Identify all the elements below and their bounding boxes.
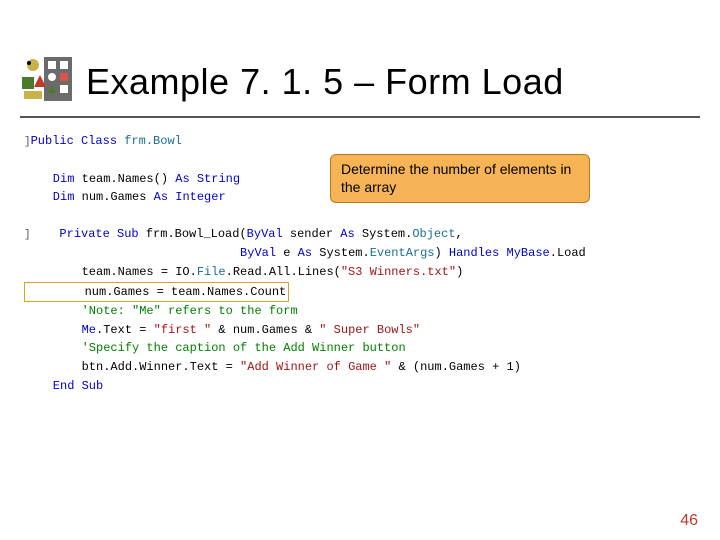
page-number: 46 <box>680 512 698 530</box>
code-line: Me.Text = "first " & num.Games & " Super… <box>24 321 700 340</box>
code-line-highlight: num.Games = team.Names.Count <box>24 282 700 303</box>
code-line: 'Specify the caption of the Add Winner b… <box>24 339 700 358</box>
callout-box: Determine the number of elements in the … <box>330 154 590 203</box>
code-line: btn.Add.Winner.Text = "Add Winner of Gam… <box>24 358 700 377</box>
slide-title: Example 7. 1. 5 – Form Load <box>86 61 564 103</box>
code-line: ByVal e As System.EventArgs) Handles MyB… <box>24 244 700 263</box>
code-line <box>24 207 700 226</box>
logo-icon <box>20 55 74 108</box>
code-block: Determine the number of elements in the … <box>20 128 700 395</box>
slide-header: Example 7. 1. 5 – Form Load <box>20 55 700 118</box>
code-line: team.Names = IO.File.Read.All.Lines("S3 … <box>24 263 700 282</box>
code-line: 'Note: "Me" refers to the form <box>24 302 700 321</box>
code-line: End Sub <box>24 377 700 396</box>
slide: Example 7. 1. 5 – Form Load Determine th… <box>0 0 720 540</box>
code-line: ] Private Sub frm.Bowl_Load(ByVal sender… <box>24 225 700 244</box>
code-line: ]Public Class frm.Bowl <box>24 132 700 151</box>
